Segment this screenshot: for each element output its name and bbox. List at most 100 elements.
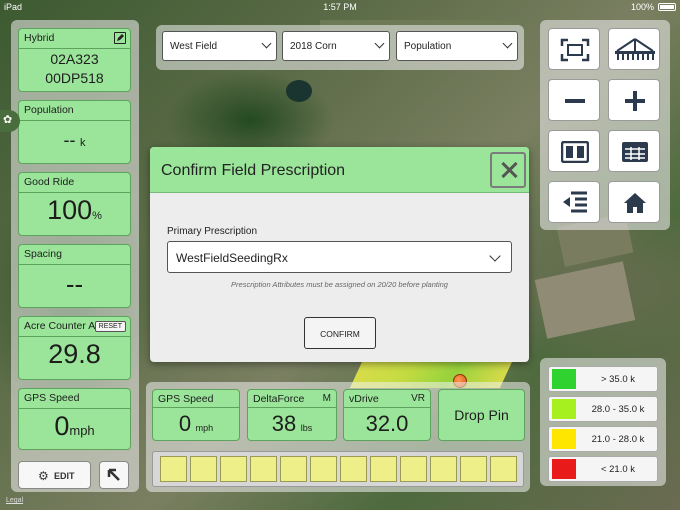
acre-counter-tile[interactable]: Acre Counter A RESET 29.8 bbox=[18, 316, 131, 380]
good-ride-value: 100 bbox=[47, 195, 93, 225]
arrow-up-left-icon bbox=[107, 468, 120, 481]
dialog-title: Confirm Field Prescription bbox=[161, 162, 346, 179]
dialog-header: Confirm Field Prescription bbox=[150, 147, 529, 193]
prescription-note: Prescription Attributes must be assigned… bbox=[231, 280, 448, 289]
edit-button-label: EDIT bbox=[54, 471, 75, 481]
acre-counter-value: 29.8 bbox=[48, 339, 101, 369]
table-view-button[interactable] bbox=[608, 130, 660, 172]
chevron-down-icon bbox=[502, 38, 513, 49]
legend-swatch bbox=[552, 459, 576, 479]
deltaforce-label: DeltaForce bbox=[253, 393, 305, 405]
zoom-out-button[interactable] bbox=[548, 79, 600, 121]
confirm-button[interactable]: CONFIRM bbox=[304, 317, 376, 349]
good-ride-label: Good Ride bbox=[24, 176, 75, 188]
deltaforce-unit: lbs bbox=[300, 423, 313, 433]
hybrid-tile[interactable]: Hybrid 02A323 00DP518 bbox=[18, 28, 131, 92]
drop-pin-label: Drop Pin bbox=[454, 407, 509, 423]
good-ride-unit: % bbox=[92, 210, 102, 222]
clock: 1:57 PM bbox=[323, 2, 357, 12]
legend-swatch bbox=[552, 429, 576, 449]
legend-label: 28.0 - 35.0 k bbox=[591, 404, 645, 415]
row-unit-cell[interactable] bbox=[250, 456, 277, 482]
row-unit-cell[interactable] bbox=[160, 456, 187, 482]
deltaforce-tile[interactable]: DeltaForce M 38 lbs bbox=[247, 389, 337, 441]
planter-icon bbox=[615, 38, 655, 60]
drop-pin-button[interactable]: Drop Pin bbox=[438, 389, 525, 441]
split-view-icon bbox=[561, 141, 589, 163]
confirm-button-label: CONFIRM bbox=[320, 329, 360, 339]
hybrid-line-1: 02A323 bbox=[50, 51, 99, 67]
row-unit-cell[interactable] bbox=[370, 456, 397, 482]
gps-speed-tile-left[interactable]: GPS Speed 0mph bbox=[18, 388, 131, 450]
crop-season-select-value: 2018 Corn bbox=[290, 41, 337, 52]
battery-icon bbox=[658, 3, 676, 11]
fit-view-button[interactable] bbox=[548, 28, 600, 70]
minus-icon bbox=[565, 99, 585, 103]
pond bbox=[286, 80, 312, 102]
split-view-button[interactable] bbox=[548, 130, 600, 172]
map-layer-select[interactable]: Population bbox=[396, 31, 518, 61]
row-unit-cell[interactable] bbox=[190, 456, 217, 482]
field-select[interactable]: West Field bbox=[162, 31, 277, 61]
close-icon[interactable] bbox=[490, 152, 526, 188]
gps-speed-unit: mph bbox=[195, 423, 214, 433]
vdrive-tile[interactable]: vDrive VR 32.0 bbox=[343, 389, 431, 441]
reset-button[interactable]: RESET bbox=[94, 321, 126, 332]
row-unit-cell[interactable] bbox=[220, 456, 247, 482]
chevron-down-icon bbox=[261, 38, 272, 49]
row-unit-cell[interactable] bbox=[400, 456, 427, 482]
legend-item: 21.0 - 28.0 k bbox=[548, 426, 658, 452]
prescription-field-label: Primary Prescription bbox=[167, 226, 258, 237]
legend-item: 28.0 - 35.0 k bbox=[548, 396, 658, 422]
crop-season-select[interactable]: 2018 Corn bbox=[282, 31, 390, 61]
gps-speed-label: GPS Speed bbox=[158, 393, 214, 405]
home-icon bbox=[624, 193, 646, 213]
row-unit-cell[interactable] bbox=[310, 456, 337, 482]
confirm-prescription-dialog: Confirm Field Prescription Primary Presc… bbox=[150, 147, 529, 362]
row-unit-cell[interactable] bbox=[280, 456, 307, 482]
edit-pencil-icon[interactable] bbox=[114, 32, 126, 44]
prescription-select[interactable]: WestFieldSeedingRx bbox=[167, 241, 512, 273]
home-button[interactable] bbox=[608, 181, 660, 223]
hybrid-line-2: 00DP518 bbox=[45, 70, 104, 86]
spacing-value: -- bbox=[65, 269, 84, 299]
gps-speed-value-left: 0 bbox=[54, 411, 70, 441]
population-label: Population bbox=[24, 104, 74, 116]
gps-speed-label-left: GPS Speed bbox=[24, 392, 80, 404]
legend-label: 21.0 - 28.0 k bbox=[591, 434, 645, 445]
legend-label: < 21.0 k bbox=[600, 464, 636, 475]
legend-label: > 35.0 k bbox=[600, 374, 636, 385]
population-value: -- bbox=[63, 130, 76, 150]
deltaforce-mode-badge: M bbox=[322, 393, 331, 404]
guidance-list-button[interactable] bbox=[548, 181, 600, 223]
zoom-in-button[interactable] bbox=[608, 79, 660, 121]
spacing-tile[interactable]: Spacing -- bbox=[18, 244, 131, 308]
gps-speed-value: 0 bbox=[178, 411, 192, 436]
collapse-panel-button[interactable] bbox=[99, 461, 129, 489]
gps-speed-tile[interactable]: GPS Speed 0 mph bbox=[152, 389, 240, 441]
chevron-down-icon bbox=[374, 38, 385, 49]
good-ride-tile[interactable]: Good Ride 100% bbox=[18, 172, 131, 236]
hybrid-label: Hybrid bbox=[24, 32, 55, 44]
vdrive-label: vDrive bbox=[349, 393, 379, 405]
legend-swatch bbox=[552, 399, 576, 419]
prescription-select-value: WestFieldSeedingRx bbox=[176, 251, 288, 265]
population-unit: k bbox=[79, 137, 86, 149]
chevron-down-icon bbox=[489, 250, 501, 262]
status-bar: iPad 1:57 PM 100% bbox=[0, 0, 680, 14]
row-unit-cell[interactable] bbox=[430, 456, 457, 482]
table-icon bbox=[622, 142, 648, 162]
gps-speed-unit-left: mph bbox=[69, 423, 95, 438]
edit-button[interactable]: ⚙ EDIT bbox=[18, 461, 91, 489]
population-tile[interactable]: Population -- k bbox=[18, 100, 131, 164]
map-layer-select-value: Population bbox=[404, 41, 452, 52]
vdrive-value: 32.0 bbox=[365, 411, 409, 436]
deltaforce-value: 38 bbox=[271, 411, 297, 436]
row-unit-cell[interactable] bbox=[340, 456, 367, 482]
acre-counter-label: Acre Counter A bbox=[24, 320, 96, 332]
row-unit-cell[interactable] bbox=[460, 456, 487, 482]
map-legal-link[interactable]: Legal bbox=[6, 497, 23, 504]
vdrive-mode-badge: VR bbox=[411, 393, 425, 404]
implement-view-button[interactable] bbox=[608, 28, 660, 70]
row-unit-cell[interactable] bbox=[490, 456, 517, 482]
